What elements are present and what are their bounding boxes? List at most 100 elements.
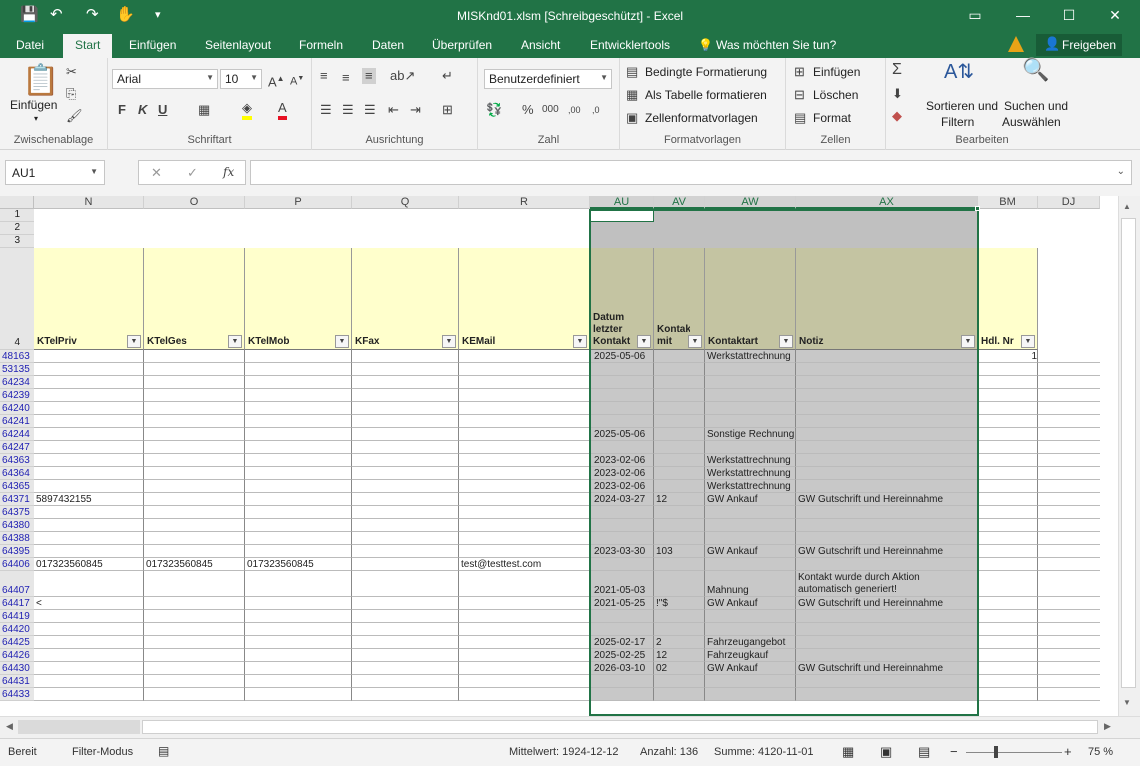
table-cell[interactable] [144, 636, 245, 649]
table-cell[interactable] [705, 675, 796, 688]
table-cell[interactable] [978, 519, 1038, 532]
worksheet-grid[interactable]: N O P Q R AU AV AW AX BM DJ 1 2 3 4 KTelPriv ▼ KTelGes ▼ KT… [0, 196, 1140, 716]
table-cell[interactable] [654, 688, 705, 701]
table-cell[interactable] [978, 389, 1038, 402]
row-header[interactable]: 64407 [0, 571, 34, 597]
table-cell[interactable] [245, 519, 352, 532]
table-cell[interactable] [459, 363, 590, 376]
paste-icon[interactable]: 📋 [22, 64, 59, 98]
table-cell[interactable] [245, 363, 352, 376]
shrink-font-icon[interactable]: A▼ [290, 71, 304, 90]
table-cell[interactable] [144, 467, 245, 480]
table-cell[interactable] [459, 610, 590, 623]
table-cell[interactable] [459, 532, 590, 545]
tab-formeln[interactable]: Formeln [299, 38, 343, 52]
table-cell[interactable] [978, 675, 1038, 688]
table-cell[interactable] [144, 428, 245, 441]
align-bottom-icon[interactable]: ≡ [362, 68, 376, 84]
table-cell[interactable] [705, 688, 796, 701]
table-cell[interactable] [654, 506, 705, 519]
table-cell[interactable] [1038, 389, 1100, 402]
table-cell[interactable] [978, 454, 1038, 467]
table-cell[interactable] [144, 493, 245, 506]
table-cell[interactable] [245, 675, 352, 688]
table-cell[interactable] [654, 467, 705, 480]
decrease-indent-icon[interactable]: ⇤ [388, 102, 399, 118]
table-cell[interactable] [352, 662, 459, 675]
table-cell[interactable] [144, 441, 245, 454]
merge-center-icon[interactable]: ⊞ [442, 102, 453, 118]
table-cell[interactable] [978, 376, 1038, 389]
table-cell[interactable] [705, 441, 796, 454]
table-cell[interactable] [654, 623, 705, 636]
wrap-text-icon[interactable]: ↵ [442, 68, 453, 84]
scroll-thumb[interactable] [18, 720, 140, 734]
name-box[interactable]: AU1 ▼ [5, 160, 105, 185]
table-cell[interactable] [245, 662, 352, 675]
table-cell[interactable] [459, 402, 590, 415]
table-cell[interactable] [1038, 636, 1100, 649]
table-cell[interactable] [144, 350, 245, 363]
bold-button[interactable]: F [118, 102, 126, 118]
table-cell[interactable] [352, 363, 459, 376]
table-cell[interactable] [352, 467, 459, 480]
table-cell[interactable] [978, 558, 1038, 571]
row-header[interactable]: 64388 [0, 532, 34, 545]
table-cell[interactable] [352, 610, 459, 623]
table-cell[interactable] [352, 636, 459, 649]
table-cell[interactable] [654, 363, 705, 376]
table-cell[interactable] [245, 402, 352, 415]
table-cell[interactable] [1038, 415, 1100, 428]
row-header[interactable]: 64431 [0, 675, 34, 688]
table-cell[interactable] [459, 675, 590, 688]
table-cell[interactable] [978, 662, 1038, 675]
table-cell[interactable] [352, 376, 459, 389]
format-cells-button[interactable]: Format [813, 111, 851, 125]
increase-decimal-icon[interactable]: ,00 [568, 102, 581, 118]
table-cell[interactable] [144, 415, 245, 428]
minimize-icon[interactable]: — [1003, 5, 1043, 25]
filter-dropdown[interactable]: ▼ [779, 335, 793, 348]
filter-dropdown[interactable]: ▼ [228, 335, 242, 348]
table-cell[interactable] [978, 545, 1038, 558]
align-right-icon[interactable]: ☰ [364, 102, 376, 118]
column-header[interactable]: AV [654, 196, 705, 209]
table-cell[interactable] [352, 506, 459, 519]
table-cell[interactable] [590, 558, 654, 571]
table-cell[interactable] [459, 649, 590, 662]
table-cell[interactable] [144, 649, 245, 662]
table-cell[interactable] [796, 467, 978, 480]
table-cell[interactable] [34, 636, 144, 649]
horizontal-scrollbar[interactable]: ◀ ▶ [0, 716, 1140, 738]
table-cell[interactable] [144, 532, 245, 545]
table-cell[interactable] [1038, 571, 1100, 597]
table-cell[interactable] [705, 610, 796, 623]
table-cell[interactable] [459, 389, 590, 402]
table-cell[interactable] [1038, 623, 1100, 636]
table-cell[interactable] [590, 610, 654, 623]
row-header[interactable]: 64406 [0, 558, 34, 571]
table-cell[interactable] [1038, 688, 1100, 701]
row-header[interactable]: 64364 [0, 467, 34, 480]
row-header[interactable]: 64395 [0, 545, 34, 558]
find-select-line1[interactable]: Suchen und [1004, 99, 1068, 113]
table-cell[interactable] [144, 545, 245, 558]
table-cell[interactable] [590, 389, 654, 402]
table-cell[interactable] [459, 662, 590, 675]
column-header[interactable]: Q [352, 196, 459, 209]
table-cell[interactable] [245, 688, 352, 701]
table-cell[interactable] [144, 571, 245, 597]
table-cell[interactable] [654, 610, 705, 623]
table-cell[interactable] [352, 675, 459, 688]
table-cell[interactable] [352, 519, 459, 532]
table-cell[interactable] [654, 402, 705, 415]
table-cell[interactable] [1038, 545, 1100, 558]
table-cell[interactable] [459, 350, 590, 363]
row-header[interactable]: 64375 [0, 506, 34, 519]
table-cell[interactable] [978, 597, 1038, 610]
table-cell[interactable] [245, 649, 352, 662]
table-cell[interactable] [654, 571, 705, 597]
table-cell[interactable] [245, 467, 352, 480]
table-cell[interactable] [796, 363, 978, 376]
table-cell[interactable] [459, 688, 590, 701]
